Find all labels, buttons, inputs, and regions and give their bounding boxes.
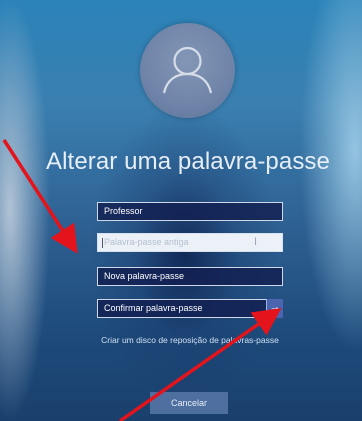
lock-screen: Alterar uma palavra-passe Professor Pala…	[0, 0, 362, 421]
red-arrow-top	[2, 139, 78, 254]
red-arrow-bottom	[118, 307, 282, 421]
annotation-arrows	[2, 139, 282, 421]
